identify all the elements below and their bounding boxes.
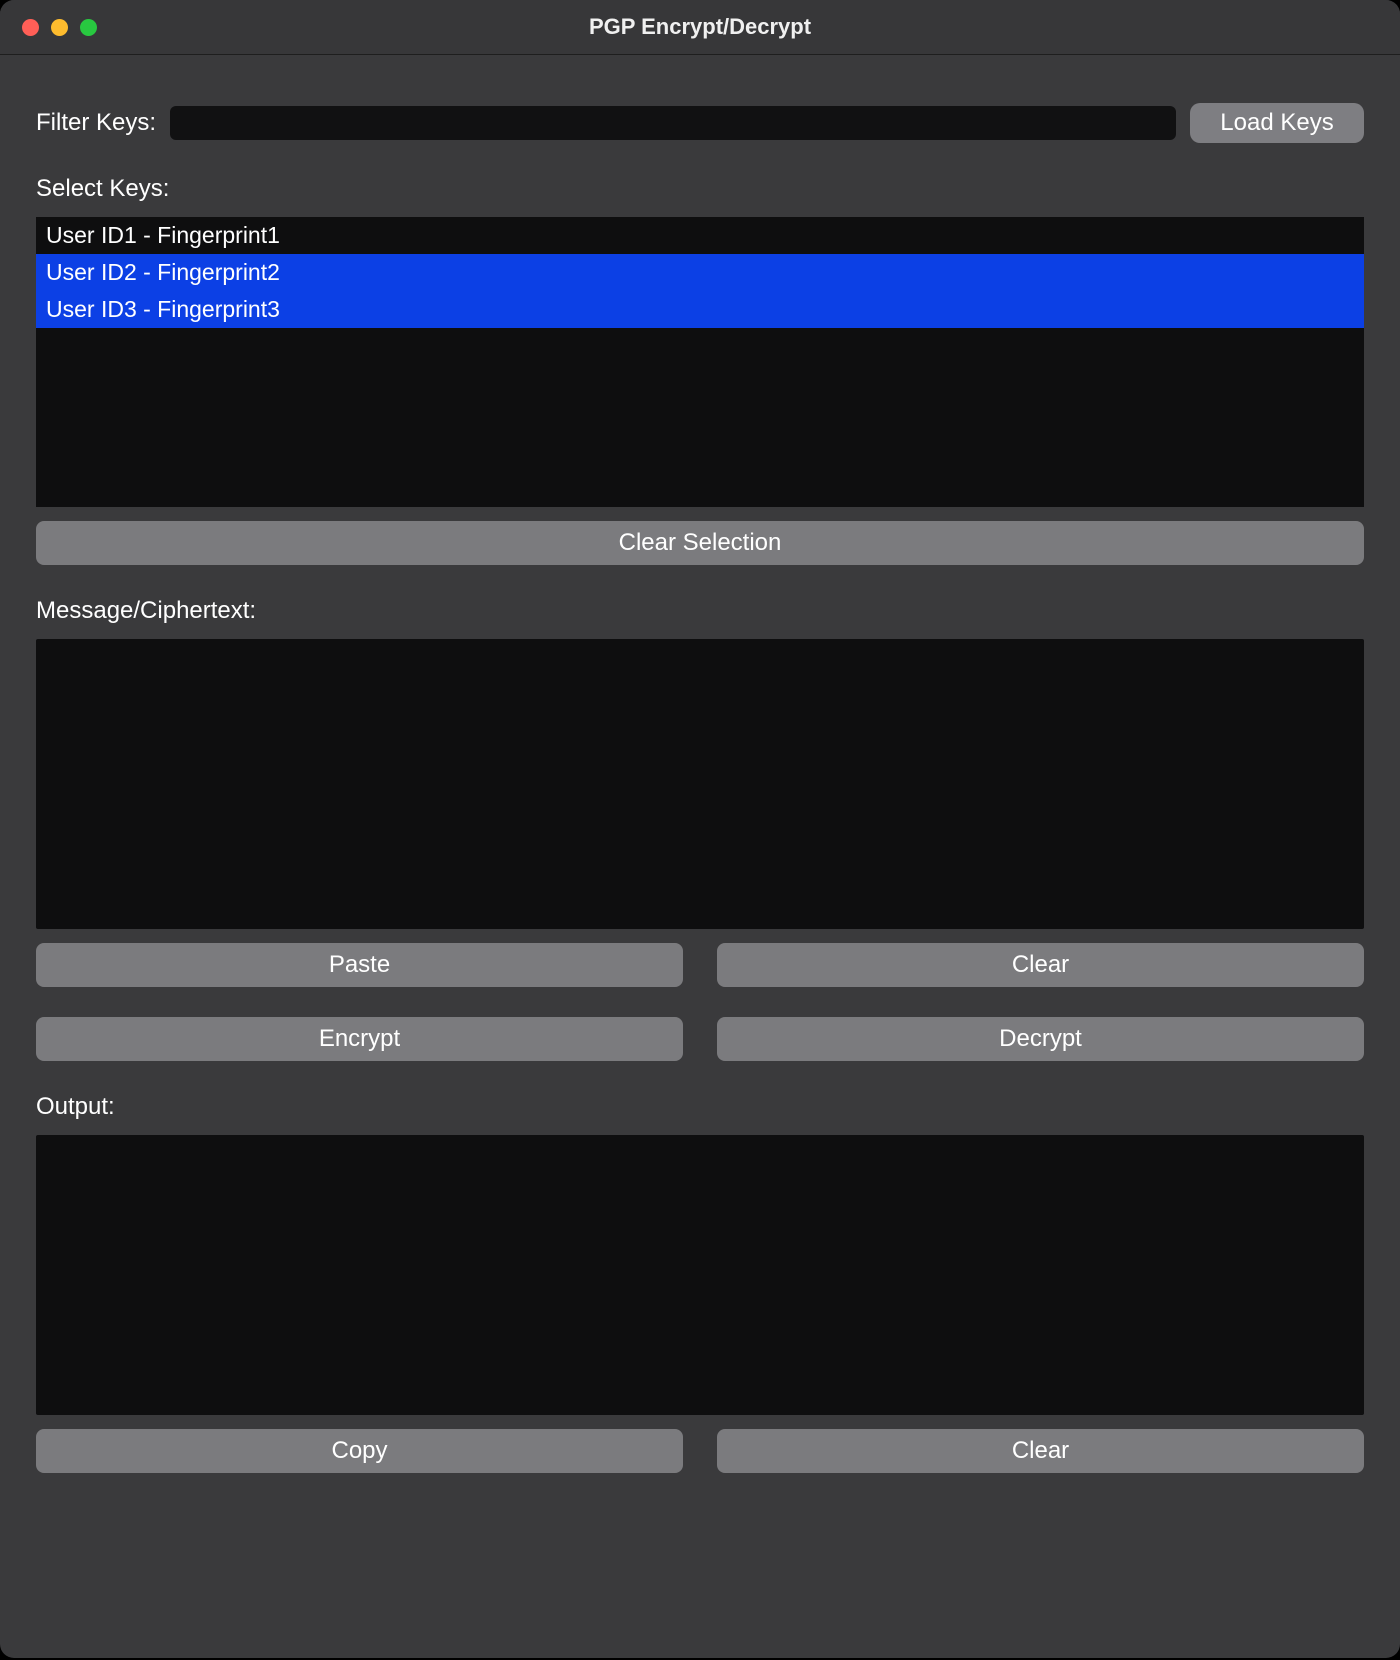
clear-selection-button[interactable]: Clear Selection: [36, 521, 1364, 565]
clear-output-button[interactable]: Clear: [717, 1429, 1364, 1473]
key-list-item[interactable]: User ID3 - Fingerprint3: [36, 291, 1364, 328]
filter-row: Filter Keys: Load Keys: [36, 103, 1364, 143]
load-keys-button[interactable]: Load Keys: [1190, 103, 1364, 143]
key-list-item[interactable]: User ID2 - Fingerprint2: [36, 254, 1364, 291]
clear-message-button[interactable]: Clear: [717, 943, 1364, 987]
maximize-icon[interactable]: [80, 19, 97, 36]
titlebar: PGP Encrypt/Decrypt: [0, 0, 1400, 55]
filter-label: Filter Keys:: [36, 109, 156, 137]
message-button-row-1: Paste Clear: [36, 943, 1364, 987]
close-icon[interactable]: [22, 19, 39, 36]
output-textarea[interactable]: [36, 1135, 1364, 1415]
filter-keys-input[interactable]: [170, 106, 1176, 140]
message-textarea[interactable]: [36, 639, 1364, 929]
message-label: Message/Ciphertext:: [36, 597, 1364, 625]
encrypt-button[interactable]: Encrypt: [36, 1017, 683, 1061]
traffic-lights: [22, 19, 97, 36]
paste-button[interactable]: Paste: [36, 943, 683, 987]
message-button-row-2: Encrypt Decrypt: [36, 1017, 1364, 1061]
key-listbox[interactable]: User ID1 - Fingerprint1User ID2 - Finger…: [36, 217, 1364, 507]
message-section: Message/Ciphertext: Paste Clear Encrypt …: [36, 597, 1364, 1061]
output-section: Output: Copy Clear: [36, 1093, 1364, 1473]
key-list-item[interactable]: User ID1 - Fingerprint1: [36, 217, 1364, 254]
window-title: PGP Encrypt/Decrypt: [0, 14, 1400, 40]
select-keys-label: Select Keys:: [36, 175, 1364, 203]
minimize-icon[interactable]: [51, 19, 68, 36]
output-label: Output:: [36, 1093, 1364, 1121]
app-window: PGP Encrypt/Decrypt Filter Keys: Load Ke…: [0, 0, 1400, 1658]
output-button-row: Copy Clear: [36, 1429, 1364, 1473]
select-keys-section: Select Keys: User ID1 - Fingerprint1User…: [36, 175, 1364, 565]
content: Filter Keys: Load Keys Select Keys: User…: [0, 55, 1400, 1658]
copy-button[interactable]: Copy: [36, 1429, 683, 1473]
decrypt-button[interactable]: Decrypt: [717, 1017, 1364, 1061]
